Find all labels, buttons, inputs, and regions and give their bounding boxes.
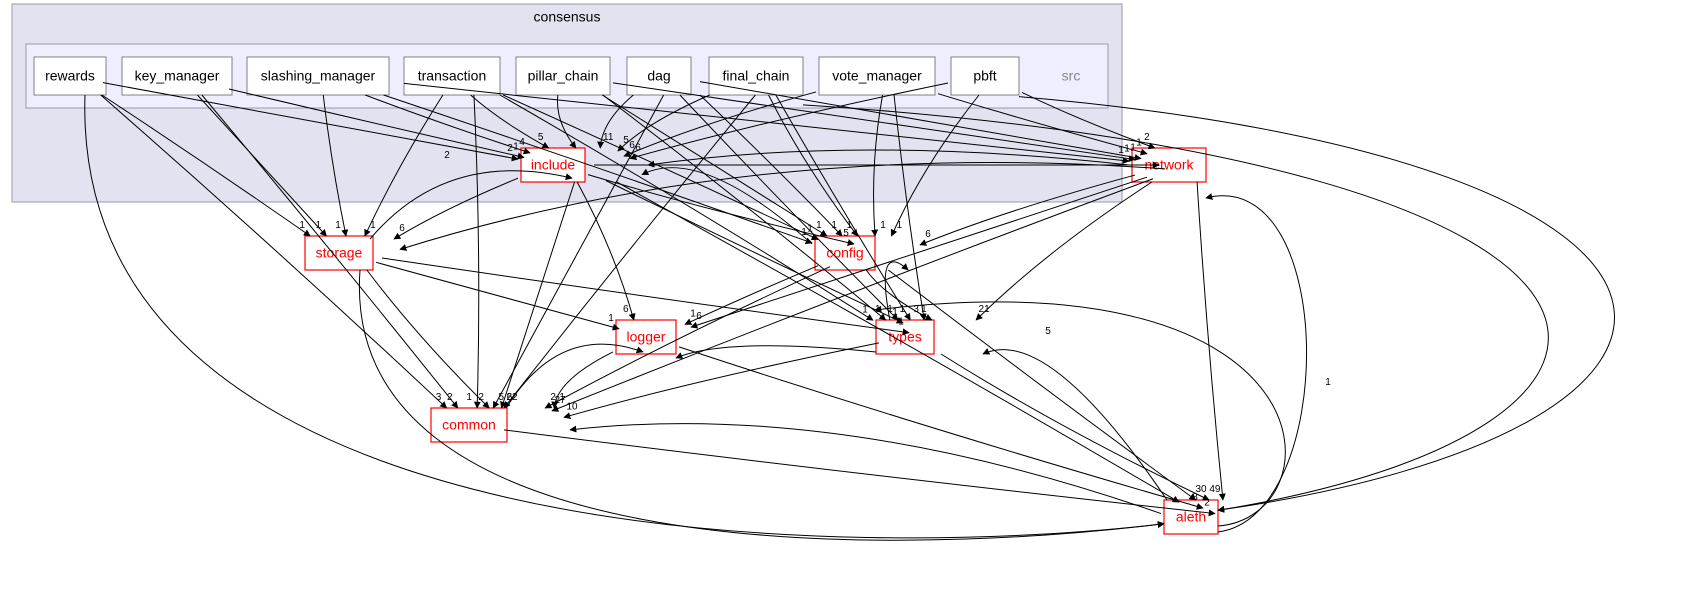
dir-common-label: common — [442, 417, 496, 433]
edge-config-logger — [685, 266, 818, 325]
edge-label-types-common: 10 — [566, 401, 578, 412]
dir-pbft-label: pbft — [973, 68, 996, 84]
edge-label-final_chain-types: 1 — [900, 304, 906, 315]
edge-storage-common — [367, 270, 489, 408]
edge-label-vote_manager-config: 1 — [880, 220, 886, 231]
edge-storage-aleth — [359, 270, 1164, 540]
edge-label-config-types: 1 — [921, 304, 927, 315]
edge-label-storage-include: 2 — [444, 150, 450, 161]
edge-label-transaction-common: 1 — [466, 392, 472, 403]
edge-label-common-aleth: 2 — [1204, 498, 1210, 509]
dir-src-label: src — [1062, 68, 1081, 84]
edge-label-aleth-config: 1 — [1325, 377, 1331, 388]
edge-label-pbft-include: 6 — [635, 142, 641, 153]
edge-label-transaction-storage: 1 — [370, 220, 376, 231]
edge-types-common — [564, 343, 879, 417]
edge-logger-aleth — [679, 347, 1203, 508]
edge-label-logger-common: 1 — [559, 392, 565, 403]
dir-dag-label: dag — [647, 68, 670, 84]
edge-label-include-config: 5 — [843, 228, 849, 239]
cluster-title: consensus — [534, 9, 601, 25]
edge-label-network-types: 21 — [979, 304, 991, 315]
edge-types-aleth — [941, 354, 1209, 500]
edge-aleth-types — [983, 350, 1167, 500]
edge-label-network-aleth: 49 — [1209, 484, 1221, 495]
edge-label-dag-config: 1 — [831, 220, 837, 231]
edge-label-dag-include: 11 — [603, 132, 614, 143]
edge-label-key_manager-storage: 1 — [316, 220, 322, 231]
edge-label-pbft-config: 1 — [897, 220, 903, 231]
dependency-graph: consensus rewards key_manager slashing_mana… — [0, 0, 1704, 596]
dir-include-label: include — [531, 157, 576, 173]
edge-include-common — [501, 182, 574, 408]
edge-label-include-storage: 6 — [399, 223, 405, 234]
dir-rewards-label: rewards — [45, 68, 95, 84]
edge-label-rewards-storage: 1 — [299, 220, 305, 231]
edge-label-key_manager-common: 2 — [447, 392, 453, 403]
dir-final_chain-label: final_chain — [723, 68, 790, 84]
edge-label-slashing_manager-storage: 1 — [335, 220, 341, 231]
edge-label-transaction-include: 5 — [538, 132, 544, 143]
edge-label-types-aleth: 30 — [1195, 484, 1207, 495]
edge-label-storage-common: 2 — [478, 392, 484, 403]
edge-label-pbft-network: 2 — [1144, 132, 1150, 143]
dir-logger-label: logger — [627, 329, 666, 345]
edge-network-types — [976, 182, 1152, 320]
edge-label-pillar_chain-config: 1 — [816, 220, 822, 231]
edge-storage-logger — [376, 262, 619, 328]
edge-label-network-config: 6 — [925, 229, 931, 240]
dir-storage-label: storage — [316, 245, 363, 261]
dir-vote_manager-label: vote_manager — [832, 68, 922, 84]
edge-label-include-common: 6 — [507, 392, 513, 403]
dir-slashing_manager-label: slashing_manager — [261, 68, 376, 84]
dir-pillar_chain-label: pillar_chain — [528, 68, 599, 84]
edge-label-include-logger: 6 — [623, 304, 629, 315]
edge-label-storage-logger: 1 — [608, 313, 614, 324]
dir-key_manager-label: key_manager — [135, 68, 220, 84]
dir-transaction-label: transaction — [418, 68, 486, 84]
edge-common-aleth — [504, 430, 1215, 514]
edge-label-rewards-common: 3 — [436, 392, 442, 403]
edge-label-storage-types: 1 — [898, 317, 904, 328]
edge-label-aleth-types: 5 — [1045, 326, 1051, 337]
edge-label-network-logger: 6 — [696, 311, 702, 322]
edge-aleth-common — [570, 424, 1161, 514]
